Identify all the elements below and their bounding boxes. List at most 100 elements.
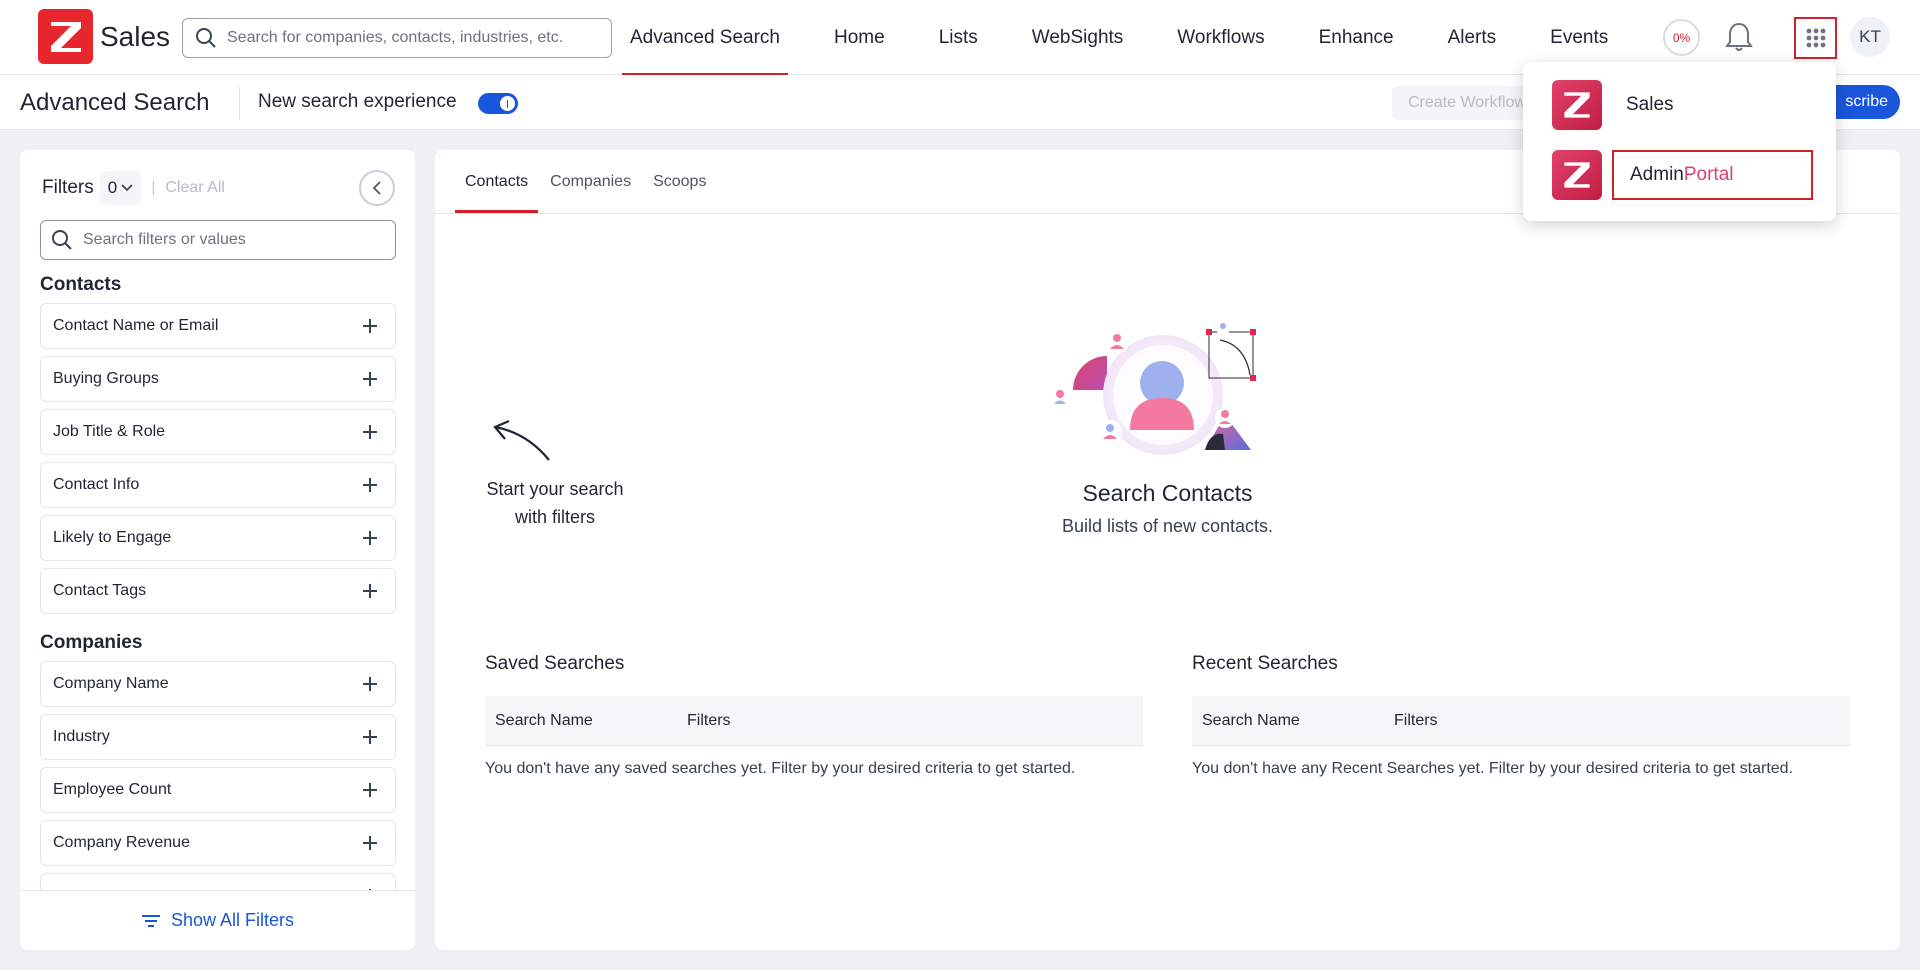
filter-company-name[interactable]: Company Name — [40, 661, 396, 707]
plus-icon — [363, 730, 377, 744]
filter-lines-icon — [141, 914, 160, 927]
app-item-label: Admin Portal — [1612, 150, 1813, 200]
admin-label: Admin — [1630, 164, 1684, 185]
filter-label: Job Title & Role — [53, 423, 166, 440]
recent-searches-empty: You don't have any Recent Searches yet. … — [1192, 760, 1794, 777]
tab-contacts[interactable]: Contacts — [455, 150, 539, 213]
global-search[interactable] — [182, 18, 612, 58]
filters-panel: Filters 0 | Clear All Contacts Contact N… — [20, 150, 415, 950]
plus-icon — [363, 425, 377, 439]
results-panel: Contacts Companies Scoops Start your sea… — [435, 150, 1900, 950]
filter-contact-name-or-email[interactable]: Contact Name or Email — [40, 303, 396, 349]
filters-label: Filters — [42, 177, 94, 198]
nav-advanced-search[interactable]: Advanced Search — [622, 0, 788, 75]
main-nav: Advanced Search Home Lists WebSights Wor… — [622, 0, 1616, 75]
plus-icon — [363, 584, 377, 598]
nav-enhance[interactable]: Enhance — [1311, 0, 1402, 75]
admin-portal-logo-icon — [1552, 150, 1602, 200]
saved-searches: Saved Searches Search Name Filters You d… — [485, 653, 1143, 778]
app-switcher-menu: Sales Admin Portal — [1523, 62, 1836, 221]
col-filters: Filters — [687, 711, 731, 729]
recent-searches: Recent Searches Search Name Filters You … — [1192, 653, 1850, 778]
search-icon — [52, 230, 72, 250]
new-experience-label: New search experience — [258, 91, 457, 112]
new-experience-toggle[interactable] — [478, 93, 518, 114]
collapse-panel-button[interactable] — [359, 170, 395, 206]
recent-searches-title: Recent Searches — [1192, 653, 1338, 674]
filter-contact-tags[interactable]: Contact Tags — [40, 568, 396, 614]
filter-contact-info[interactable]: Contact Info — [40, 462, 396, 508]
col-search-name: Search Name — [495, 711, 593, 729]
filter-label: Contact Name or Email — [53, 317, 219, 334]
filters-header: Filters 0 | Clear All — [42, 170, 225, 206]
show-all-filters-button[interactable]: Show All Filters — [20, 890, 415, 950]
filter-label: Company Revenue — [53, 834, 190, 851]
create-workflow-button[interactable]: Create Workflow — [1392, 86, 1542, 120]
companies-section-title: Companies — [40, 632, 143, 653]
saved-searches-header: Search Name Filters — [485, 696, 1143, 746]
sales-app-logo-icon — [1552, 80, 1602, 130]
search-contacts-illustration — [1049, 321, 1256, 455]
filter-label: Likely to Engage — [53, 529, 172, 546]
contacts-filter-list: Contact Name or Email Buying Groups Job … — [40, 303, 396, 621]
grid-icon — [1806, 28, 1825, 48]
filter-search[interactable] — [40, 220, 396, 260]
filter-company-revenue[interactable]: Company Revenue — [40, 820, 396, 866]
arrow-up-left-icon — [493, 419, 550, 461]
nav-lists[interactable]: Lists — [931, 0, 986, 75]
user-avatar[interactable]: KT — [1850, 17, 1890, 57]
plus-icon — [363, 836, 377, 850]
empty-state-title: Search Contacts — [1082, 480, 1253, 506]
plus-icon — [363, 478, 377, 492]
plus-icon — [363, 677, 377, 691]
separator: | — [151, 179, 156, 196]
nav-home[interactable]: Home — [826, 0, 893, 75]
app-item-sales[interactable]: Sales — [1552, 80, 1822, 130]
filters-count-dropdown[interactable]: 0 — [99, 171, 142, 205]
nav-alerts[interactable]: Alerts — [1440, 0, 1505, 75]
empty-state-subtitle: Build lists of new contacts. — [1061, 516, 1274, 536]
clear-all-button[interactable]: Clear All — [165, 179, 225, 197]
contacts-section-title: Contacts — [40, 274, 122, 295]
filter-buying-groups[interactable]: Buying Groups — [40, 356, 396, 402]
header-divider — [239, 87, 240, 119]
filter-label: Company Name — [53, 675, 169, 692]
page-title: Advanced Search — [20, 89, 210, 116]
plus-icon — [363, 372, 377, 386]
filter-label: Buying Groups — [53, 370, 159, 387]
recent-searches-header: Search Name Filters — [1192, 696, 1850, 746]
chevron-left-icon — [372, 181, 381, 195]
credits-indicator[interactable]: 0% — [1663, 19, 1700, 56]
filter-likely-to-engage[interactable]: Likely to Engage — [40, 515, 396, 561]
logo-icon — [50, 21, 81, 52]
plus-icon — [363, 319, 377, 333]
tab-companies[interactable]: Companies — [540, 150, 641, 213]
filters-count-value: 0 — [107, 178, 118, 197]
global-search-input[interactable] — [227, 29, 597, 47]
portal-label: Portal — [1683, 164, 1734, 185]
brand-name: Sales — [100, 21, 171, 52]
notifications-bell-icon[interactable] — [1725, 21, 1753, 58]
tab-scoops[interactable]: Scoops — [643, 150, 716, 213]
saved-searches-title: Saved Searches — [485, 653, 625, 674]
filter-employee-count[interactable]: Employee Count — [40, 767, 396, 813]
chevron-down-icon — [121, 184, 133, 192]
plus-icon — [363, 783, 377, 797]
result-tabs: Contacts Companies Scoops — [455, 150, 718, 213]
filter-label: Employee Count — [53, 781, 172, 798]
app-switcher-button[interactable] — [1794, 17, 1837, 59]
filter-search-input[interactable] — [83, 231, 383, 249]
filter-label: Industry — [53, 728, 110, 745]
col-search-name: Search Name — [1202, 711, 1300, 729]
app-item-admin-portal[interactable]: Admin Portal — [1552, 150, 1822, 200]
nav-workflows[interactable]: Workflows — [1169, 0, 1272, 75]
col-filters: Filters — [1394, 711, 1438, 729]
filter-label: Contact Tags — [53, 582, 147, 599]
nav-websights[interactable]: WebSights — [1024, 0, 1132, 75]
filter-job-title-role[interactable]: Job Title & Role — [40, 409, 396, 455]
saved-searches-empty: You don't have any saved searches yet. F… — [485, 760, 1076, 777]
search-icon — [196, 28, 216, 48]
filter-industry[interactable]: Industry — [40, 714, 396, 760]
zoominfo-logo[interactable] — [38, 9, 93, 64]
app-item-label: Sales — [1626, 94, 1674, 115]
